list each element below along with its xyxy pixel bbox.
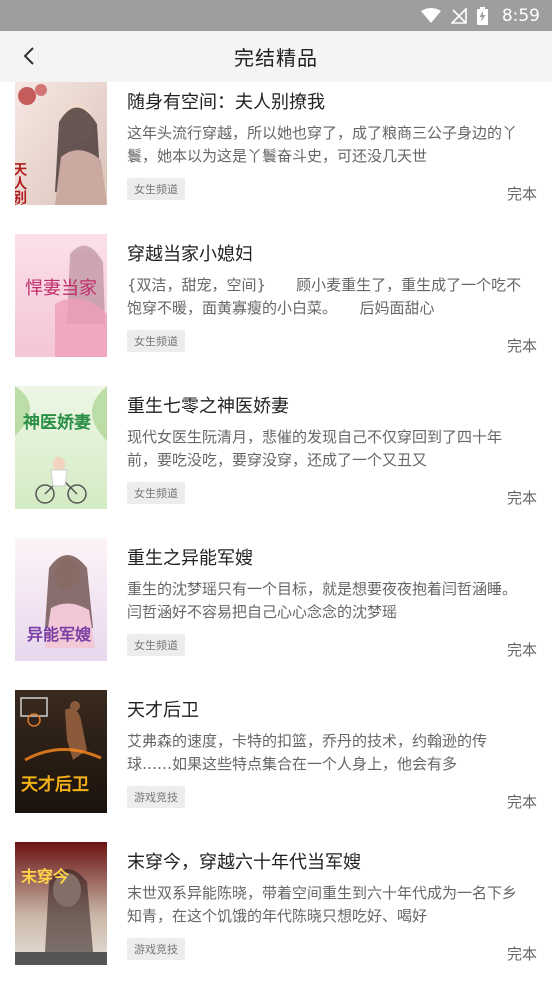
book-cover[interactable]: 悍妻当家 (15, 234, 107, 357)
category-tag[interactable]: 女生频道 (127, 330, 185, 352)
book-description: 艾弗森的速度，卡特的扣篮，乔丹的技术，约翰逊的传球……如果这些特点集合在一个人身… (127, 732, 488, 773)
no-signal-icon (450, 7, 467, 24)
book-item[interactable]: 神医娇妻 重生七零之神医娇妻 现代女医生阮清月，悲催的发现自己不仅穿回到了四十年… (0, 386, 552, 538)
book-title[interactable]: 天才后卫 (127, 696, 537, 722)
book-cover[interactable]: 天人别撩我 (15, 82, 107, 205)
book-cover[interactable]: 异能军嫂 (15, 538, 107, 661)
book-title[interactable]: 末穿今，穿越六十年代当军嫂 (127, 848, 537, 874)
book-list: 天人别撩我 随身有空间：夫人别撩我 这年头流行穿越，所以她也穿了，成了粮商三公子… (0, 82, 552, 994)
book-item[interactable]: 天才后卫 天才后卫 艾弗森的速度，卡特的扣篮，乔丹的技术，约翰逊的传球……如果这… (0, 690, 552, 842)
nav-bar: 完结精品 (0, 31, 552, 82)
page-title: 完结精品 (234, 46, 318, 70)
cover-title-text: 异能军嫂 (27, 625, 92, 644)
book-item[interactable]: 末穿今 末穿今，穿越六十年代当军嫂 末世双系异能陈晓，带着空间重生到六十年代成为… (0, 842, 552, 994)
wifi-icon (420, 7, 441, 23)
category-tag[interactable]: 游戏竞技 (127, 938, 185, 960)
cover-title-text: 末穿今 (21, 867, 69, 886)
category-tag[interactable]: 女生频道 (127, 178, 185, 200)
book-description: {双洁，甜宠，空间} 顾小麦重生了，重生成了一个吃不饱穿不暖，面黄寡瘦的小白菜。… (127, 276, 522, 317)
book-description: 现代女医生阮清月，悲催的发现自己不仅穿回到了四十年前，要吃没吃，要穿没穿，还成了… (127, 428, 503, 469)
cover-title-text: 悍妻当家 (25, 278, 97, 299)
book-description: 重生的沈梦瑶只有一个目标，就是想要夜夜抱着闫哲涵睡。 闫哲涵好不容易把自己心心念… (127, 580, 523, 621)
book-description: 这年头流行穿越，所以她也穿了，成了粮商三公子身边的丫鬟，她本以为这是丫鬟奋斗史，… (127, 124, 518, 165)
completion-status: 完本 (506, 337, 537, 355)
completion-status: 完本 (506, 185, 537, 203)
book-item[interactable]: 天人别撩我 随身有空间：夫人别撩我 这年头流行穿越，所以她也穿了，成了粮商三公子… (0, 82, 552, 234)
book-cover[interactable]: 神医娇妻 (15, 386, 107, 509)
book-cover[interactable]: 天才后卫 (15, 690, 107, 813)
completion-status: 完本 (506, 945, 537, 963)
status-time: 8:59 (501, 5, 540, 26)
completion-status: 完本 (506, 641, 537, 659)
book-title[interactable]: 重生之异能军嫂 (127, 544, 537, 570)
completion-status: 完本 (506, 489, 537, 507)
book-cover[interactable]: 末穿今 (15, 842, 107, 965)
cover-title-text: 天人别撩我 (15, 162, 28, 205)
category-tag[interactable]: 游戏竞技 (127, 786, 185, 808)
back-button[interactable] (12, 39, 46, 73)
category-tag[interactable]: 女生频道 (127, 634, 185, 656)
cover-title-text: 天才后卫 (21, 774, 89, 795)
chevron-left-icon (23, 47, 34, 65)
category-tag[interactable]: 女生频道 (127, 482, 185, 504)
book-item[interactable]: 异能军嫂 重生之异能军嫂 重生的沈梦瑶只有一个目标，就是想要夜夜抱着闫哲涵睡。 … (0, 538, 552, 690)
completion-status: 完本 (506, 793, 537, 811)
book-title[interactable]: 穿越当家小媳妇 (127, 240, 537, 266)
battery-charging-icon (476, 6, 488, 25)
book-description: 末世双系异能陈晓，带着空间重生到六十年代成为一名下乡知青，在这个饥饿的年代陈晓只… (127, 884, 518, 925)
book-title[interactable]: 重生七零之神医娇妻 (127, 392, 537, 418)
cover-title-text: 神医娇妻 (23, 412, 91, 433)
book-item[interactable]: 悍妻当家 穿越当家小媳妇 {双洁，甜宠，空间} 顾小麦重生了，重生成了一个吃不饱… (0, 234, 552, 386)
book-title[interactable]: 随身有空间：夫人别撩我 (127, 88, 537, 114)
status-bar: 8:59 (0, 0, 552, 31)
status-icons: 8:59 (420, 5, 540, 26)
